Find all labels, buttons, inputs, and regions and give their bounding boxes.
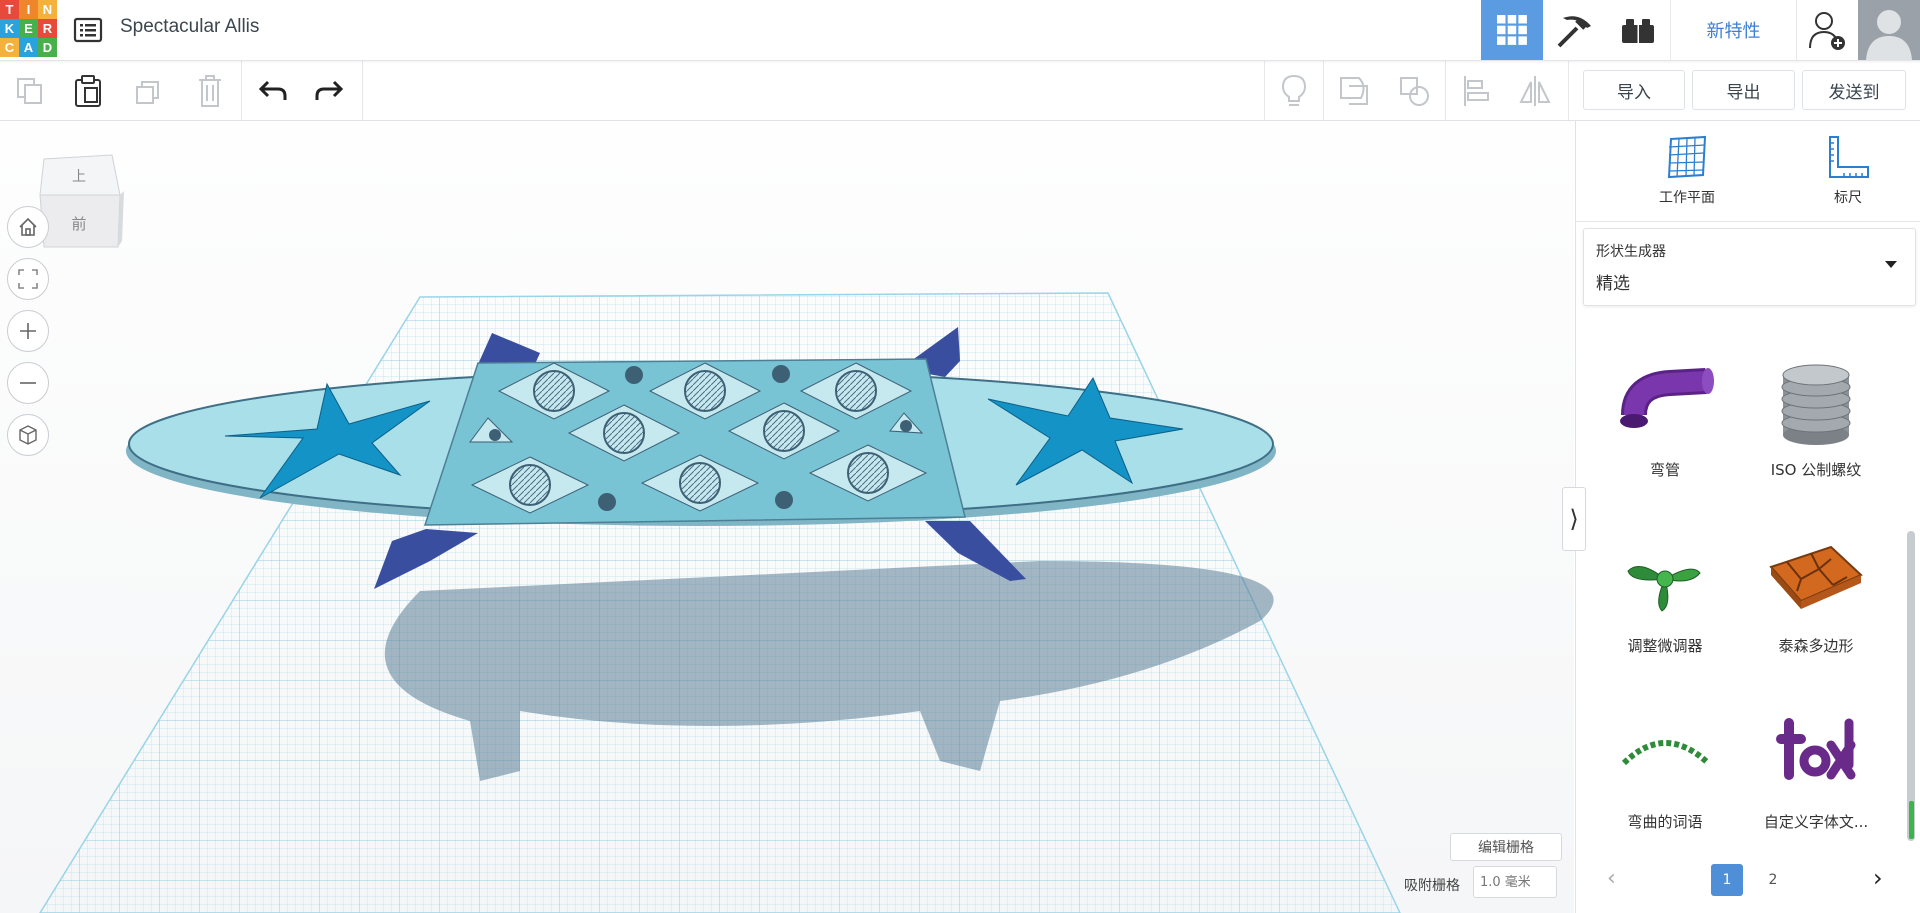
plus-icon <box>20 323 36 339</box>
shape-library-label: 形状生成器 <box>1596 244 1666 260</box>
snap-grid-select[interactable]: 1.0 毫米 <box>1473 866 1557 898</box>
shape-tile-bent-pipe[interactable]: 弯管 <box>1590 353 1740 523</box>
logo-letter: C <box>0 38 19 57</box>
logo-letter: T <box>0 0 19 19</box>
undo-icon[interactable] <box>252 71 292 111</box>
group-icon[interactable] <box>1334 71 1374 111</box>
shape-tile-curved-words[interactable]: 弯曲的词语 <box>1590 705 1740 852</box>
delete-icon[interactable] <box>190 71 230 111</box>
ruler-label: 标尺 <box>1834 190 1862 206</box>
add-user-icon[interactable] <box>1796 0 1858 60</box>
logo-letter: A <box>19 38 38 57</box>
shape-tile-voronoi[interactable]: 泰森多边形 <box>1741 529 1891 699</box>
home-view-button[interactable] <box>7 206 49 248</box>
shape-library-value: 精选 <box>1596 274 1630 294</box>
voronoi-tile-icon <box>1769 545 1863 609</box>
3d-design-grid-icon[interactable] <box>1481 0 1543 60</box>
zoom-in-button[interactable] <box>7 310 49 352</box>
fit-screen-icon <box>18 269 38 289</box>
shape-tile-iso-thread[interactable]: ISO 公制螺纹 <box>1741 353 1891 523</box>
view-cube-top[interactable]: 上 <box>72 169 86 185</box>
pickaxe-icon[interactable] <box>1544 0 1606 60</box>
logo-letter: N <box>38 0 57 19</box>
shape-label: 弯曲的词语 <box>1627 813 1703 831</box>
workplane-scene[interactable] <box>0 121 1574 913</box>
shape-tile-custom-font-text[interactable]: 自定义字体文... <box>1741 705 1891 852</box>
logo-letter: K <box>0 19 19 38</box>
view-cube[interactable]: 上 前 <box>36 151 126 251</box>
snap-grid-value: 1.0 毫米 <box>1480 875 1531 890</box>
home-icon <box>19 217 37 236</box>
shape-label: 弯管 <box>1649 461 1680 479</box>
custom-font-text-icon <box>1776 718 1856 780</box>
spinner-icon <box>1627 566 1701 612</box>
page-button-current[interactable]: 1 <box>1711 864 1743 896</box>
fit-view-button[interactable] <box>7 258 49 300</box>
shape-library-select[interactable]: 形状生成器 精选 <box>1583 228 1916 306</box>
redo-icon[interactable] <box>310 71 350 111</box>
send-to-button[interactable]: 发送到 <box>1802 70 1906 110</box>
export-button[interactable]: 导出 <box>1692 70 1795 110</box>
mirror-icon[interactable] <box>1515 71 1555 111</box>
tinkercad-logo[interactable]: TINKERCAD <box>0 0 57 57</box>
shape-pager: ‹ 1 2 › <box>1576 856 1920 906</box>
panel-scrollbar-thumb[interactable] <box>1907 531 1915 841</box>
import-button[interactable]: 导入 <box>1583 70 1685 110</box>
metric-thread-icon <box>1781 364 1851 445</box>
toolbar: 导入 导出 发送到 <box>0 61 1920 121</box>
logo-letter: R <box>38 19 57 38</box>
perspective-toggle-button[interactable] <box>7 414 49 456</box>
workplane-tool[interactable]: 工作平面 <box>1627 135 1747 207</box>
workplane-label: 工作平面 <box>1659 190 1715 206</box>
snap-grid-label: 吸附栅格 <box>1404 878 1460 894</box>
shape-label: 泰森多边形 <box>1778 637 1854 655</box>
lightbulb-icon[interactable] <box>1274 71 1314 111</box>
design-title[interactable]: Spectacular Allis <box>120 16 259 38</box>
curved-text-icon <box>1621 740 1711 766</box>
shape-tile-spinner[interactable]: 调整微调器 <box>1590 529 1740 699</box>
shape-grid: 弯管 ISO 公制螺纹 调整微调器 泰森多边形 弯曲的词语 自定义字体文... <box>1576 317 1906 852</box>
copy-icon[interactable] <box>10 71 50 111</box>
logo-letter: D <box>38 38 57 57</box>
edit-grid-button[interactable]: 编辑栅格 <box>1450 833 1562 861</box>
chevron-right-icon: ⟩ <box>1569 505 1579 533</box>
caret-down-icon <box>1885 261 1897 268</box>
ungroup-icon[interactable] <box>1394 71 1434 111</box>
cube-icon <box>19 425 37 445</box>
chevron-left-icon[interactable]: ‹ <box>1607 866 1616 891</box>
bricks-icon[interactable] <box>1607 0 1669 60</box>
design-list-icon[interactable] <box>72 14 104 46</box>
whats-new-link[interactable]: 新特性 <box>1670 0 1797 60</box>
shape-label: ISO 公制螺纹 <box>1770 461 1862 479</box>
logo-letter: E <box>19 19 38 38</box>
align-icon[interactable] <box>1456 71 1496 111</box>
scrollbar-grip[interactable] <box>1909 801 1914 839</box>
ruler-icon <box>1829 136 1869 178</box>
top-bar: TINKERCAD Spectacular Allis 新特性 <box>0 0 1920 61</box>
view-cube-front[interactable]: 前 <box>71 215 86 233</box>
minus-icon <box>20 382 36 384</box>
ruler-tool[interactable]: 标尺 <box>1788 135 1908 207</box>
page-button[interactable]: 2 <box>1763 864 1783 896</box>
avatar[interactable] <box>1858 0 1920 60</box>
logo-letter: I <box>19 0 38 19</box>
shape-label: 自定义字体文... <box>1763 813 1869 831</box>
3d-viewport[interactable]: 上 前 编辑栅格 吸附栅格 1.0 毫米 <box>0 121 1574 913</box>
bent-pipe-icon <box>1620 368 1714 428</box>
shapes-panel: 工作平面 标尺 形状生成器 精选 弯管 ISO 公制螺纹 调整微调器 泰森多边形… <box>1575 121 1920 913</box>
zoom-out-button[interactable] <box>7 362 49 404</box>
chevron-right-icon[interactable]: › <box>1873 864 1883 892</box>
panel-collapse-toggle[interactable]: ⟩ <box>1562 487 1586 551</box>
shape-label: 调整微调器 <box>1627 637 1703 655</box>
workplane-icon <box>1667 135 1707 179</box>
duplicate-icon[interactable] <box>129 71 169 111</box>
paste-icon[interactable] <box>68 71 108 111</box>
